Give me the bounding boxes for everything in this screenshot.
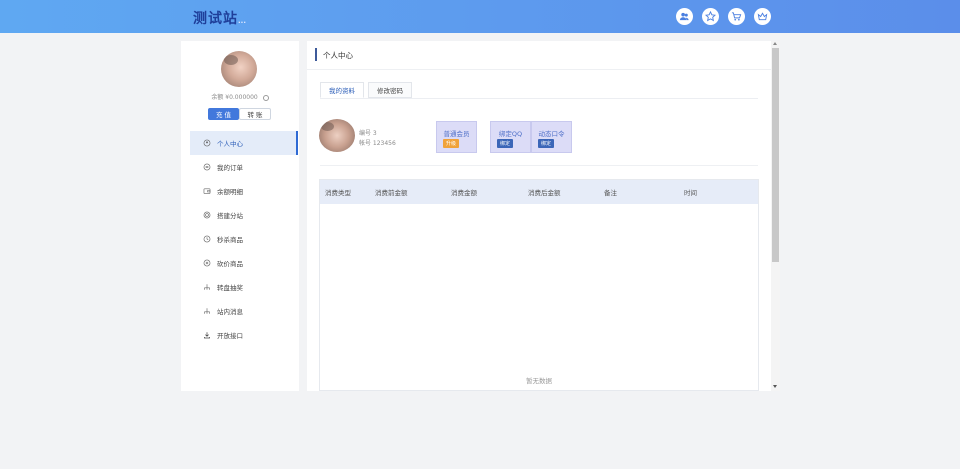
sidebar-item-flash-sale[interactable]: 秒杀商品 [190, 227, 298, 251]
dynamic-password-card[interactable]: 动态口令 绑定 [531, 121, 572, 153]
scroll-down-arrow[interactable] [773, 385, 777, 388]
logo-suffix: ... [238, 17, 246, 25]
sidebar-item-lottery[interactable]: 转盘抽奖 [190, 275, 298, 299]
membership-card[interactable]: 普通会员 升级 [436, 121, 477, 153]
sidebar-item-label: 个人中心 [217, 140, 243, 148]
scroll-up-arrow[interactable] [773, 42, 777, 45]
column-header: 消费类型 [325, 189, 351, 197]
column-header: 备注 [604, 189, 617, 197]
user-id: 编号 3 [359, 130, 377, 137]
balance-row: 余额 ¥0.000000 [181, 92, 299, 101]
logo-text: 测试站 [193, 11, 238, 27]
sidebar-item-user-center[interactable]: 个人中心 [190, 131, 298, 155]
balance-text: 余额 ¥0.000000 [211, 94, 258, 101]
sidebar-item-substation[interactable]: 搭建分站 [190, 203, 298, 227]
sidebar-item-orders[interactable]: 我的订单 [190, 155, 298, 179]
scrollbar[interactable] [771, 41, 780, 391]
user-center-icon [203, 139, 211, 147]
recharge-button[interactable]: 充 值 [208, 108, 239, 120]
page-title: 个人中心 [323, 51, 353, 60]
sidebar-item-label: 转盘抽奖 [217, 284, 243, 292]
column-header: 消费金额 [451, 189, 477, 197]
lottery-icon [203, 283, 211, 291]
column-header: 消费前金额 [375, 189, 408, 197]
card-title: 普通会员 [443, 130, 470, 138]
user-group-icon[interactable] [676, 8, 693, 25]
sidebar-item-label: 我的订单 [217, 164, 243, 172]
bind-dynamic-password-button[interactable]: 绑定 [538, 139, 555, 148]
sidebar-item-label: 站内消息 [217, 308, 243, 316]
order-icon [203, 163, 211, 171]
message-icon [203, 307, 211, 315]
sidebar-menu: 个人中心 我的订单 余额明细 搭建分站 秒杀商品 砍价商品 转盘抽奖 站内消息 [190, 131, 298, 347]
wallet-icon [203, 187, 211, 195]
sidebar-item-balance-detail[interactable]: 余额明细 [190, 179, 298, 203]
sidebar-item-open-api[interactable]: 开放接口 [190, 323, 298, 347]
favorite-icon[interactable] [702, 8, 719, 25]
sidebar-item-label: 余额明细 [217, 188, 243, 196]
title-accent-bar [315, 48, 317, 61]
consumption-table: 消费类型 消费前金额 消费金额 消费后金额 备注 时间 暂无数据 [319, 179, 759, 391]
column-header: 时间 [684, 189, 697, 197]
upgrade-button[interactable]: 升级 [443, 139, 460, 148]
divider [307, 69, 771, 70]
sidebar-item-label: 秒杀商品 [217, 236, 243, 244]
transfer-button[interactable]: 转 账 [239, 108, 271, 120]
tab-change-password[interactable]: 修改密码 [368, 82, 412, 98]
crown-icon[interactable] [754, 8, 771, 25]
bind-qq-card[interactable]: 绑定QQ 绑定 [490, 121, 531, 153]
substation-icon [203, 211, 211, 219]
card-title: 绑定QQ [498, 130, 523, 138]
bargain-icon [203, 259, 211, 267]
site-logo[interactable]: 测试站... [193, 8, 246, 28]
api-download-icon [203, 331, 211, 339]
sidebar-item-label: 砍价商品 [217, 260, 243, 268]
sidebar-item-bargain[interactable]: 砍价商品 [190, 251, 298, 275]
scrollbar-thumb[interactable] [772, 48, 779, 262]
main-panel: 个人中心 我的资料 修改密码 编号 3 帐号 123456 普通会员 升级 绑定… [307, 41, 771, 391]
top-header: 测试站... [0, 0, 960, 33]
sidebar-item-messages[interactable]: 站内消息 [190, 299, 298, 323]
card-title: 动态口令 [538, 130, 565, 138]
user-account: 帐号 123456 [359, 140, 396, 147]
profile-avatar [319, 119, 355, 152]
refresh-icon[interactable] [262, 94, 269, 101]
avatar[interactable] [221, 51, 257, 87]
bind-qq-button[interactable]: 绑定 [497, 139, 514, 148]
cart-icon[interactable] [728, 8, 745, 25]
tab-divider [320, 98, 758, 99]
tab-my-profile[interactable]: 我的资料 [320, 82, 364, 98]
sidebar: 余额 ¥0.000000 充 值 转 账 个人中心 我的订单 余额明细 搭建分站… [181, 41, 299, 391]
sidebar-item-label: 搭建分站 [217, 212, 243, 220]
empty-state-text: 暂无数据 [526, 377, 552, 385]
table-header: 消费类型 消费前金额 消费金额 消费后金额 备注 时间 [320, 180, 758, 204]
flash-sale-icon [203, 235, 211, 243]
column-header: 消费后金额 [528, 189, 561, 197]
sidebar-item-label: 开放接口 [217, 332, 243, 340]
divider [320, 165, 758, 166]
